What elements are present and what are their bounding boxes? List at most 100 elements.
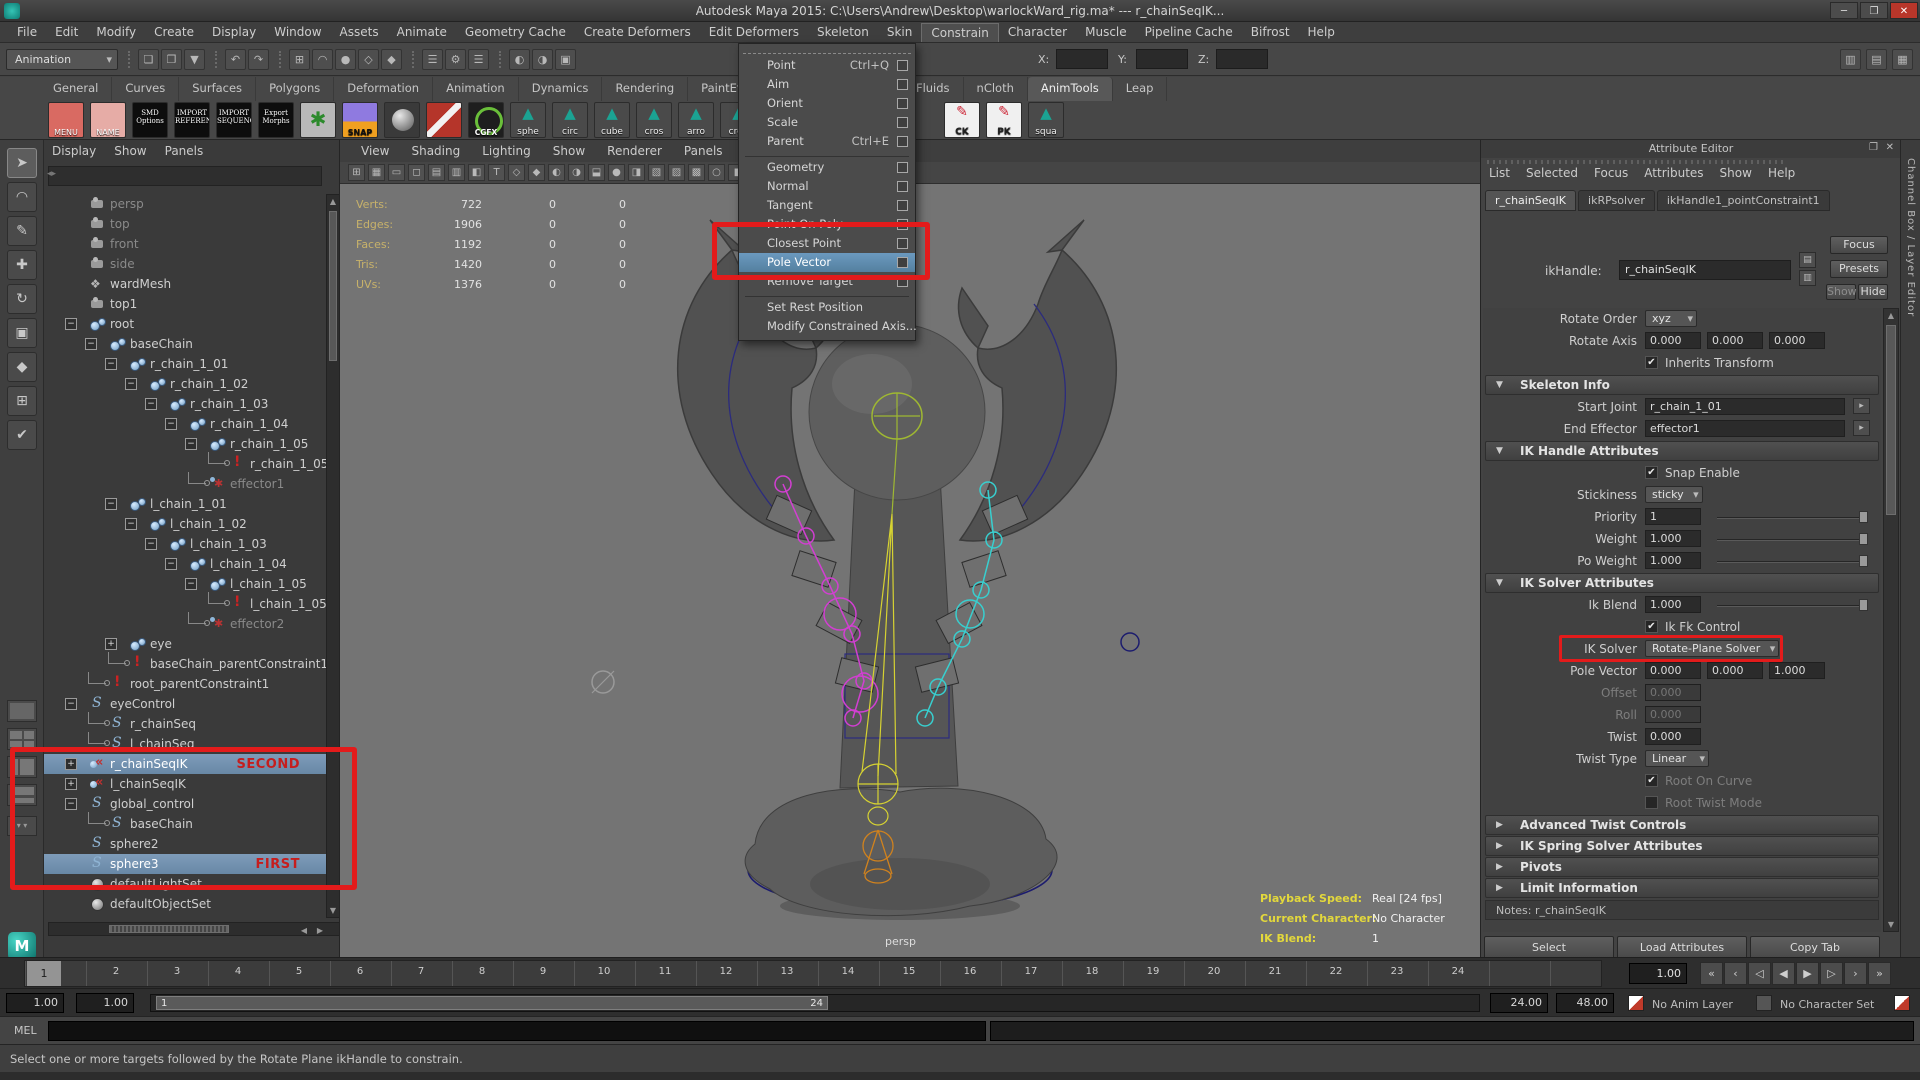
input-connections-icon[interactable]: ☰ bbox=[422, 49, 443, 70]
value-field[interactable]: r_chain_1_01 bbox=[1645, 398, 1845, 415]
menu-item-scale[interactable]: Scale bbox=[739, 113, 915, 132]
menu-modify[interactable]: Modify bbox=[87, 23, 145, 41]
focus-button[interactable]: Focus bbox=[1830, 236, 1888, 254]
anim-layer-status[interactable]: No Anim Layer bbox=[1652, 998, 1733, 1011]
redo-icon[interactable]: ↷ bbox=[248, 49, 269, 70]
expand-toggle-icon[interactable]: + bbox=[105, 638, 117, 650]
soft-mod-tool[interactable]: ◆ bbox=[7, 352, 37, 382]
value-field[interactable]: 0.000 bbox=[1707, 662, 1763, 679]
step-forward-key-button[interactable]: › bbox=[1844, 962, 1867, 985]
layout-single-pane-button[interactable] bbox=[7, 700, 37, 722]
menu-item-parent[interactable]: ParentCtrl+E bbox=[739, 132, 915, 151]
option-box-icon[interactable] bbox=[897, 276, 908, 287]
expand-toggle-icon[interactable]: − bbox=[185, 438, 197, 450]
expand-toggle-icon[interactable]: − bbox=[85, 338, 97, 350]
film-gate-icon[interactable]: ▭ bbox=[388, 164, 405, 181]
expand-toggle-icon[interactable]: − bbox=[145, 538, 157, 550]
expand-toggle-icon[interactable]: − bbox=[65, 798, 77, 810]
snap-curve-icon[interactable]: ◠ bbox=[312, 49, 333, 70]
option-box-icon[interactable] bbox=[897, 79, 908, 90]
isolate-icon[interactable]: ▩ bbox=[688, 164, 705, 181]
node-name-field[interactable]: r_chainSeqIK bbox=[1619, 260, 1791, 280]
expand-toggle-icon[interactable]: − bbox=[125, 518, 137, 530]
outliner-row-root[interactable]: −root bbox=[44, 314, 326, 334]
outliner-row-l-chain-1-01[interactable]: −l_chain_1_01 bbox=[44, 494, 326, 514]
paint-select-tool[interactable]: ✎ bbox=[7, 216, 37, 246]
play-forwards-button[interactable]: ▶ bbox=[1796, 962, 1819, 985]
shelf-item-cube[interactable]: cube bbox=[594, 102, 630, 138]
rotate-tool[interactable]: ↻ bbox=[7, 284, 37, 314]
hide-button[interactable]: Hide bbox=[1858, 284, 1888, 300]
panel-close-icon[interactable]: ✕ bbox=[1886, 142, 1894, 153]
ae-menu-help[interactable]: Help bbox=[1768, 166, 1795, 180]
menu-pipeline-cache[interactable]: Pipeline Cache bbox=[1136, 23, 1242, 41]
shelf-item-pk[interactable]: PK bbox=[986, 102, 1022, 138]
menu-item-modify-constrained-axis[interactable]: Modify Constrained Axis... bbox=[739, 317, 915, 336]
shelf-item-import-sequence[interactable]: IMPORT SEQUENCE bbox=[216, 102, 252, 138]
step-back-key-button[interactable]: ‹ bbox=[1724, 962, 1747, 985]
minimize-button[interactable]: ─ bbox=[1830, 2, 1858, 19]
construction-history-icon[interactable]: ⚙ bbox=[445, 49, 466, 70]
undo-icon[interactable]: ↶ bbox=[225, 49, 246, 70]
outliner-row-r-chain-1-02[interactable]: −r_chain_1_02 bbox=[44, 374, 326, 394]
character-set-status[interactable]: No Character Set bbox=[1780, 998, 1874, 1011]
slider-groove[interactable] bbox=[1717, 517, 1867, 519]
menu-create[interactable]: Create bbox=[145, 23, 203, 41]
menu-item-tangent[interactable]: Tangent bbox=[739, 196, 915, 215]
outliner-row-r-chain-1-03[interactable]: −r_chain_1_03 bbox=[44, 394, 326, 414]
outliner-row-basechain-parentconstraint1[interactable]: baseChain_parentConstraint1 bbox=[44, 654, 326, 674]
shelf-tab-deformation[interactable]: Deformation bbox=[334, 77, 433, 101]
shelf-item-cgfx[interactable]: CGFX bbox=[468, 102, 504, 138]
expand-toggle-icon[interactable]: − bbox=[65, 318, 77, 330]
shelf-tab-surfaces[interactable]: Surfaces bbox=[179, 77, 256, 101]
menu-display[interactable]: Display bbox=[203, 23, 265, 41]
connection-icon[interactable]: ▸ bbox=[1853, 420, 1870, 436]
option-box-icon[interactable] bbox=[897, 219, 908, 230]
shelf-tab-dynamics[interactable]: Dynamics bbox=[519, 77, 603, 101]
outliner-row-l-chain-1-05[interactable]: −l_chain_1_05 bbox=[44, 574, 326, 594]
checkbox-ik-fk-control[interactable]: ✔ bbox=[1645, 620, 1658, 633]
outliner-row-r-chain-1-01[interactable]: −r_chain_1_01 bbox=[44, 354, 326, 374]
ae-menu-show[interactable]: Show bbox=[1720, 166, 1752, 180]
viewport-menu-lighting[interactable]: Lighting bbox=[473, 144, 540, 158]
dof-icon[interactable]: ○ bbox=[708, 164, 725, 181]
menu-item-point[interactable]: PointCtrl+Q bbox=[739, 56, 915, 75]
outliner-row-top[interactable]: top bbox=[44, 214, 326, 234]
outliner-row-l-chain-1-02[interactable]: −l_chain_1_02 bbox=[44, 514, 326, 534]
attribute-editor-scrollbar[interactable]: ▲ ▼ bbox=[1883, 308, 1899, 932]
ao-icon[interactable]: ● bbox=[608, 164, 625, 181]
outliner-row-eyecontrol[interactable]: −eyeControl bbox=[44, 694, 326, 714]
outliner-row-r-chainseq[interactable]: r_chainSeq bbox=[44, 714, 326, 734]
connection-icon[interactable]: ▸ bbox=[1853, 398, 1870, 414]
shelf-item-cros[interactable]: cros bbox=[636, 102, 672, 138]
outliner-row-side[interactable]: side bbox=[44, 254, 326, 274]
outliner-row-sphere2[interactable]: sphere2 bbox=[44, 834, 326, 854]
outliner-row-r-chain-1-05-o[interactable]: r_chain_1_05_o bbox=[44, 454, 326, 474]
slider-handle[interactable] bbox=[1859, 533, 1868, 545]
expand-toggle-icon[interactable]: − bbox=[185, 578, 197, 590]
ae-tab-ikhandle1-pointconstraint1[interactable]: ikHandle1_pointConstraint1 bbox=[1657, 190, 1830, 211]
current-time-field[interactable]: 1.00 bbox=[1629, 963, 1687, 984]
value-field[interactable]: 0.000 bbox=[1645, 706, 1701, 723]
menu-skeleton[interactable]: Skeleton bbox=[808, 23, 878, 41]
dropdown-stickiness[interactable]: sticky bbox=[1645, 486, 1703, 503]
menu-muscle[interactable]: Muscle bbox=[1076, 23, 1136, 41]
play-backwards-button[interactable]: ◀ bbox=[1772, 962, 1795, 985]
slider-handle[interactable] bbox=[1859, 511, 1868, 523]
menu-item-set-rest-position[interactable]: Set Rest Position bbox=[739, 298, 915, 317]
slider-groove[interactable] bbox=[1717, 539, 1867, 541]
ae-menu-focus[interactable]: Focus bbox=[1594, 166, 1628, 180]
outliner-row-basechain[interactable]: baseChain bbox=[44, 814, 326, 834]
ae-menu-list[interactable]: List bbox=[1489, 166, 1510, 180]
ipr-render-icon[interactable]: ◑ bbox=[532, 49, 553, 70]
animation-end-field[interactable]: 48.00 bbox=[1556, 993, 1614, 1013]
shelf-item-menu[interactable]: MENU bbox=[48, 102, 84, 138]
status-separator[interactable] bbox=[412, 51, 417, 68]
maximize-button[interactable]: ❐ bbox=[1860, 2, 1888, 19]
menu-animate[interactable]: Animate bbox=[388, 23, 456, 41]
menu-character[interactable]: Character bbox=[999, 23, 1076, 41]
shelf-tab-polygons[interactable]: Polygons bbox=[256, 77, 334, 101]
current-frame-marker[interactable]: 1 bbox=[27, 961, 61, 986]
outliner-row-top1[interactable]: top1 bbox=[44, 294, 326, 314]
outliner-row-defaultlightset[interactable]: defaultLightSet bbox=[44, 874, 326, 894]
